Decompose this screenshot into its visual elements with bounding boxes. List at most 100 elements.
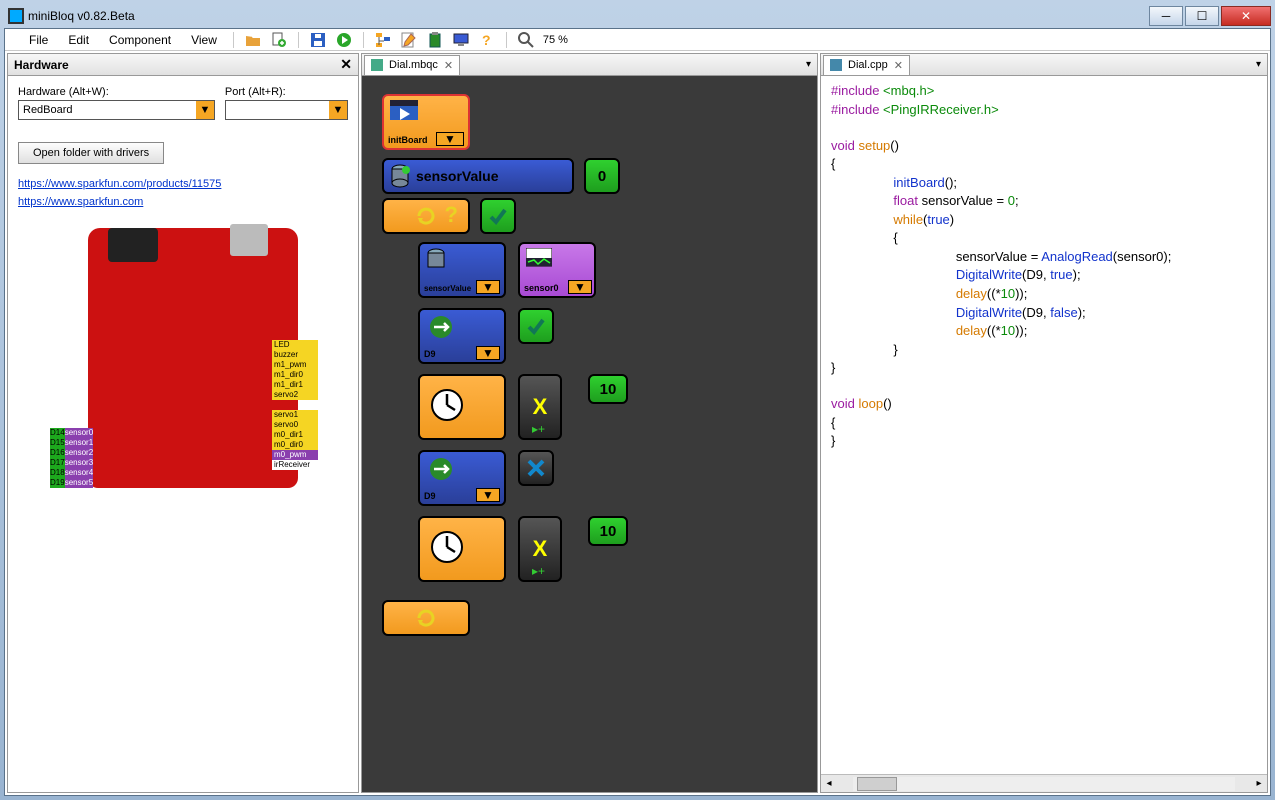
app-icon [8,8,24,24]
block-initboard[interactable]: initBoard ▼ [382,94,470,150]
pin-buzzer: buzzer [272,350,318,360]
block-delay-2[interactable] [418,516,506,582]
panel-close-button[interactable]: ✕ [340,56,352,73]
pin-sensor5: sensor5 [65,478,93,488]
block-value-10b[interactable]: 10 [588,516,628,546]
block-dropdown-icon[interactable]: ▼ [476,346,500,360]
block-assign-sensorvalue[interactable]: sensorValue ▼ [418,242,506,298]
menu-component[interactable]: Component [101,31,179,49]
pin-m0dir0: m0_dir0 [272,440,318,450]
block-dropdown-icon[interactable]: ▼ [476,488,500,502]
code-panel: Dial.cpp ✕ ▾ #include <mbq.h> #include <… [820,53,1268,793]
block-xb-label: X [533,536,548,562]
port-select[interactable]: ▼ [225,100,348,120]
block-digitalwrite-d9-true[interactable]: D9 ▼ [418,308,506,364]
pin-d14: D14 [50,428,65,438]
block-multiply-1[interactable]: X ▸+ [518,374,562,440]
menubar: File Edit Component View ? 75 % [5,29,1270,51]
save-icon[interactable] [307,29,329,51]
block-loop-end[interactable] [382,600,470,636]
block-digitalwrite-d9-false[interactable]: D9 ▼ [418,450,506,506]
window-close-button[interactable]: ✕ [1221,6,1271,26]
pin-led: LED [272,340,318,350]
block-multiply-2[interactable]: X ▸+ [518,516,562,582]
block-assign-label: sensorValue [424,284,471,293]
pin-sensor0: sensor0 [65,428,93,438]
sparkfun-link[interactable]: https://www.sparkfun.com [18,196,348,208]
titlebar: miniBloq v0.82.Beta ─ ☐ ✕ [4,4,1271,28]
tab-close-icon[interactable]: ✕ [444,59,453,72]
pin-m0pwm: m0_pwm [272,450,318,460]
open-icon[interactable] [242,29,264,51]
block-var-sensorvalue[interactable]: sensorValue [382,158,574,194]
tab-mbqc[interactable]: Dial.mbqc ✕ [364,55,460,75]
hardware-panel: Hardware ✕ Hardware (Alt+W): RedBoard ▼ [7,53,359,793]
pin-d19: D19 [50,478,65,488]
svg-text:?: ? [482,32,491,48]
block-bool-false[interactable] [518,450,554,486]
window-maximize-button[interactable]: ☐ [1185,6,1219,26]
port-label: Port (Alt+R): [225,86,348,98]
pin-d15: D15 [50,438,65,448]
edit-icon[interactable] [398,29,420,51]
file-icon [830,59,842,71]
block-value-zero[interactable]: 0 [584,158,620,194]
block-canvas[interactable]: initBoard ▼ sensorValue 0 ? [362,76,817,792]
block-dropdown-icon[interactable]: ▼ [476,280,500,294]
block-sensor0-label: sensor0 [524,283,559,293]
menu-file[interactable]: File [21,31,56,49]
block-editor-panel: Dial.mbqc ✕ ▾ initBoard ▼ sensor [361,53,818,793]
pin-servo2: servo2 [272,390,318,400]
open-drivers-button[interactable]: Open folder with drivers [18,142,164,164]
hardware-label: Hardware (Alt+W): [18,86,215,98]
pin-d16: D16 [50,448,65,458]
block-x-label: X [533,394,548,420]
block-value-10a[interactable]: 10 [588,374,628,404]
pin-m1pwm: m1_pwm [272,360,318,370]
panel-title: Hardware [14,58,69,72]
code-area[interactable]: #include <mbq.h> #include <PingIRReceive… [821,76,1267,774]
zoom-label[interactable]: 75 % [543,34,568,46]
block-while[interactable]: ? [382,198,470,234]
tab-label: Dial.mbqc [389,59,438,71]
block-d9-label: D9 [424,349,436,359]
file-icon [371,59,383,71]
tab-close-icon[interactable]: ✕ [894,59,903,72]
block-delay-1[interactable] [418,374,506,440]
help-icon[interactable]: ? [476,29,498,51]
pin-servo1: servo1 [272,410,318,420]
pin-d18: D18 [50,468,65,478]
block-dropdown-icon[interactable]: ▼ [568,280,592,294]
block-d9b-label: D9 [424,491,436,501]
sparkfun-product-link[interactable]: https://www.sparkfun.com/products/11575 [18,178,348,190]
menu-view[interactable]: View [183,31,225,49]
add-file-icon[interactable] [268,29,290,51]
horizontal-scrollbar[interactable]: ◂▸ [821,774,1267,792]
pin-m1dir1: m1_dir1 [272,380,318,390]
zoom-icon[interactable] [515,29,537,51]
pin-sensor1: sensor1 [65,438,93,448]
block-var-label: sensorValue [416,168,499,184]
clipboard-icon[interactable] [424,29,446,51]
tab-dropdown-icon[interactable]: ▾ [802,59,815,70]
pin-m0dir1: m0_dir1 [272,430,318,440]
window-minimize-button[interactable]: ─ [1149,6,1183,26]
pin-sensor4: sensor4 [65,468,93,478]
menu-edit[interactable]: Edit [60,31,97,49]
pin-servo0: servo0 [272,420,318,430]
pin-d17: D17 [50,458,65,468]
monitor-icon[interactable] [450,29,472,51]
block-dropdown-icon[interactable]: ▼ [436,132,464,146]
hardware-select[interactable]: RedBoard ▼ [18,100,215,120]
pin-irreceiver: irReceiver [272,460,318,470]
block-initboard-label: initBoard [388,135,428,145]
pin-sensor3: sensor3 [65,458,93,468]
tab-dropdown-icon[interactable]: ▾ [1252,59,1265,70]
block-sensor0[interactable]: sensor0 ▼ [518,242,596,298]
block-true[interactable] [480,198,516,234]
tree-icon[interactable] [372,29,394,51]
block-bool-true[interactable] [518,308,554,344]
tab-cpp[interactable]: Dial.cpp ✕ [823,55,910,75]
hardware-value: RedBoard [23,104,73,116]
run-icon[interactable] [333,29,355,51]
